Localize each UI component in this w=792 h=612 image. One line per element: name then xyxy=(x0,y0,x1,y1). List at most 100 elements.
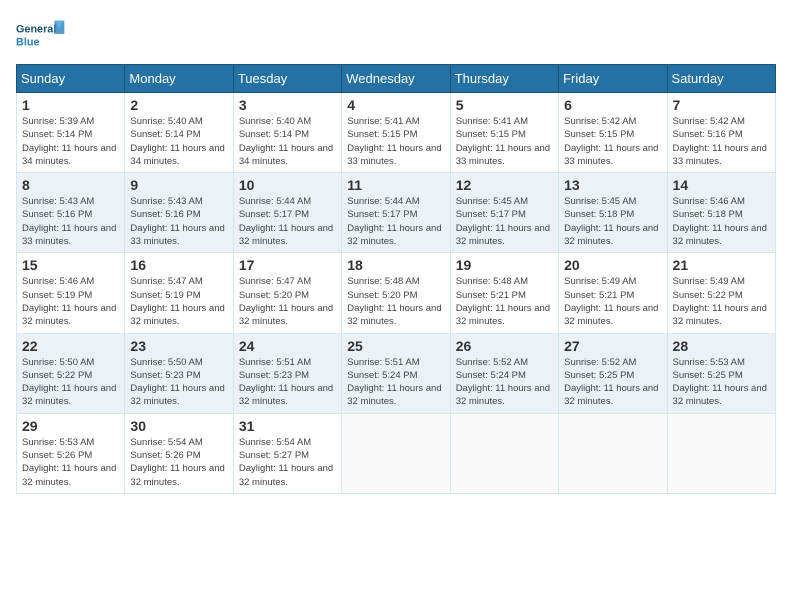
day-detail: Sunrise: 5:45 AM Sunset: 5:17 PM Dayligh… xyxy=(456,195,553,248)
sunset-label: Sunset: 5:26 PM xyxy=(130,450,200,461)
calendar-cell: 17 Sunrise: 5:47 AM Sunset: 5:20 PM Dayl… xyxy=(233,253,341,333)
sunset-label: Sunset: 5:18 PM xyxy=(673,209,743,220)
day-number: 29 xyxy=(22,418,119,434)
sunset-label: Sunset: 5:21 PM xyxy=(564,290,634,301)
day-detail: Sunrise: 5:47 AM Sunset: 5:20 PM Dayligh… xyxy=(239,275,336,328)
sunset-label: Sunset: 5:15 PM xyxy=(564,129,634,140)
sunrise-label: Sunrise: 5:40 AM xyxy=(130,116,202,127)
day-number: 30 xyxy=(130,418,227,434)
sunset-label: Sunset: 5:14 PM xyxy=(130,129,200,140)
day-number: 31 xyxy=(239,418,336,434)
day-number: 7 xyxy=(673,97,770,113)
sunset-label: Sunset: 5:18 PM xyxy=(564,209,634,220)
day-detail: Sunrise: 5:41 AM Sunset: 5:15 PM Dayligh… xyxy=(456,115,553,168)
sunrise-label: Sunrise: 5:45 AM xyxy=(564,196,636,207)
calendar-cell: 28 Sunrise: 5:53 AM Sunset: 5:25 PM Dayl… xyxy=(667,333,775,413)
day-detail: Sunrise: 5:54 AM Sunset: 5:27 PM Dayligh… xyxy=(239,436,336,489)
day-detail: Sunrise: 5:50 AM Sunset: 5:23 PM Dayligh… xyxy=(130,356,227,409)
sunset-label: Sunset: 5:25 PM xyxy=(673,370,743,381)
sunset-label: Sunset: 5:15 PM xyxy=(456,129,526,140)
day-number: 12 xyxy=(456,177,553,193)
day-number: 3 xyxy=(239,97,336,113)
svg-text:General: General xyxy=(16,23,56,35)
day-number: 23 xyxy=(130,338,227,354)
weekday-header-sunday: Sunday xyxy=(17,65,125,93)
sunrise-label: Sunrise: 5:54 AM xyxy=(239,437,311,448)
sunset-label: Sunset: 5:20 PM xyxy=(347,290,417,301)
weekday-header-saturday: Saturday xyxy=(667,65,775,93)
calendar-cell: 27 Sunrise: 5:52 AM Sunset: 5:25 PM Dayl… xyxy=(559,333,667,413)
day-number: 28 xyxy=(673,338,770,354)
logo: General Blue xyxy=(16,16,66,56)
day-number: 27 xyxy=(564,338,661,354)
daylight-label: Daylight: 11 hours and 32 minutes. xyxy=(456,223,550,247)
weekday-header-wednesday: Wednesday xyxy=(342,65,450,93)
sunrise-label: Sunrise: 5:46 AM xyxy=(673,196,745,207)
daylight-label: Daylight: 11 hours and 32 minutes. xyxy=(22,463,116,487)
sunset-label: Sunset: 5:22 PM xyxy=(673,290,743,301)
daylight-label: Daylight: 11 hours and 32 minutes. xyxy=(564,383,658,407)
sunset-label: Sunset: 5:26 PM xyxy=(22,450,92,461)
day-number: 18 xyxy=(347,257,444,273)
calendar-cell: 21 Sunrise: 5:49 AM Sunset: 5:22 PM Dayl… xyxy=(667,253,775,333)
day-detail: Sunrise: 5:54 AM Sunset: 5:26 PM Dayligh… xyxy=(130,436,227,489)
day-detail: Sunrise: 5:52 AM Sunset: 5:24 PM Dayligh… xyxy=(456,356,553,409)
calendar-week-row: 15 Sunrise: 5:46 AM Sunset: 5:19 PM Dayl… xyxy=(17,253,776,333)
day-detail: Sunrise: 5:46 AM Sunset: 5:18 PM Dayligh… xyxy=(673,195,770,248)
daylight-label: Daylight: 11 hours and 32 minutes. xyxy=(347,303,441,327)
daylight-label: Daylight: 11 hours and 32 minutes. xyxy=(673,383,767,407)
daylight-label: Daylight: 11 hours and 32 minutes. xyxy=(673,303,767,327)
day-number: 17 xyxy=(239,257,336,273)
daylight-label: Daylight: 11 hours and 32 minutes. xyxy=(673,223,767,247)
sunrise-label: Sunrise: 5:50 AM xyxy=(130,357,202,368)
sunrise-label: Sunrise: 5:41 AM xyxy=(456,116,528,127)
sunset-label: Sunset: 5:25 PM xyxy=(564,370,634,381)
calendar-week-row: 8 Sunrise: 5:43 AM Sunset: 5:16 PM Dayli… xyxy=(17,173,776,253)
day-number: 25 xyxy=(347,338,444,354)
day-detail: Sunrise: 5:51 AM Sunset: 5:23 PM Dayligh… xyxy=(239,356,336,409)
day-detail: Sunrise: 5:49 AM Sunset: 5:22 PM Dayligh… xyxy=(673,275,770,328)
calendar-cell: 11 Sunrise: 5:44 AM Sunset: 5:17 PM Dayl… xyxy=(342,173,450,253)
daylight-label: Daylight: 11 hours and 32 minutes. xyxy=(130,383,224,407)
sunset-label: Sunset: 5:17 PM xyxy=(239,209,309,220)
day-number: 6 xyxy=(564,97,661,113)
logo-svg: General Blue xyxy=(16,16,66,56)
sunset-label: Sunset: 5:16 PM xyxy=(673,129,743,140)
daylight-label: Daylight: 11 hours and 32 minutes. xyxy=(239,463,333,487)
sunrise-label: Sunrise: 5:50 AM xyxy=(22,357,94,368)
calendar-cell: 31 Sunrise: 5:54 AM Sunset: 5:27 PM Dayl… xyxy=(233,413,341,493)
sunrise-label: Sunrise: 5:49 AM xyxy=(564,276,636,287)
calendar-cell: 18 Sunrise: 5:48 AM Sunset: 5:20 PM Dayl… xyxy=(342,253,450,333)
sunrise-label: Sunrise: 5:40 AM xyxy=(239,116,311,127)
day-detail: Sunrise: 5:52 AM Sunset: 5:25 PM Dayligh… xyxy=(564,356,661,409)
sunrise-label: Sunrise: 5:53 AM xyxy=(22,437,94,448)
daylight-label: Daylight: 11 hours and 33 minutes. xyxy=(564,143,658,167)
day-number: 14 xyxy=(673,177,770,193)
day-number: 5 xyxy=(456,97,553,113)
day-detail: Sunrise: 5:46 AM Sunset: 5:19 PM Dayligh… xyxy=(22,275,119,328)
day-detail: Sunrise: 5:53 AM Sunset: 5:25 PM Dayligh… xyxy=(673,356,770,409)
calendar-cell xyxy=(450,413,558,493)
day-number: 8 xyxy=(22,177,119,193)
daylight-label: Daylight: 11 hours and 32 minutes. xyxy=(564,303,658,327)
calendar-week-row: 22 Sunrise: 5:50 AM Sunset: 5:22 PM Dayl… xyxy=(17,333,776,413)
day-detail: Sunrise: 5:44 AM Sunset: 5:17 PM Dayligh… xyxy=(347,195,444,248)
sunrise-label: Sunrise: 5:42 AM xyxy=(564,116,636,127)
day-detail: Sunrise: 5:48 AM Sunset: 5:21 PM Dayligh… xyxy=(456,275,553,328)
sunrise-label: Sunrise: 5:49 AM xyxy=(673,276,745,287)
sunrise-label: Sunrise: 5:48 AM xyxy=(456,276,528,287)
sunset-label: Sunset: 5:16 PM xyxy=(22,209,92,220)
sunset-label: Sunset: 5:22 PM xyxy=(22,370,92,381)
day-number: 22 xyxy=(22,338,119,354)
day-number: 15 xyxy=(22,257,119,273)
daylight-label: Daylight: 11 hours and 33 minutes. xyxy=(673,143,767,167)
daylight-label: Daylight: 11 hours and 32 minutes. xyxy=(456,303,550,327)
calendar-cell xyxy=(667,413,775,493)
daylight-label: Daylight: 11 hours and 32 minutes. xyxy=(347,223,441,247)
calendar-cell: 9 Sunrise: 5:43 AM Sunset: 5:16 PM Dayli… xyxy=(125,173,233,253)
calendar-cell: 26 Sunrise: 5:52 AM Sunset: 5:24 PM Dayl… xyxy=(450,333,558,413)
calendar-cell xyxy=(342,413,450,493)
sunrise-label: Sunrise: 5:43 AM xyxy=(22,196,94,207)
day-number: 2 xyxy=(130,97,227,113)
daylight-label: Daylight: 11 hours and 32 minutes. xyxy=(456,383,550,407)
